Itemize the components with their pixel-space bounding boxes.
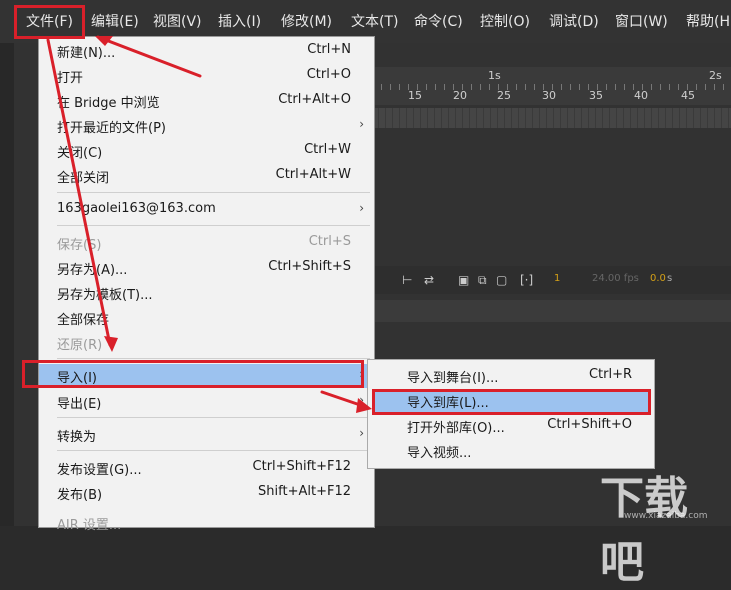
watermark-logo: 下载吧 xyxy=(600,473,688,588)
arrow-head xyxy=(104,336,118,352)
watermark-url: www.xiazaiba.com xyxy=(624,511,708,521)
arrow-head xyxy=(356,398,372,413)
annotation-arrows xyxy=(46,35,372,413)
arrow-to-file-menu xyxy=(96,35,202,78)
arrow-to-import xyxy=(46,38,112,347)
